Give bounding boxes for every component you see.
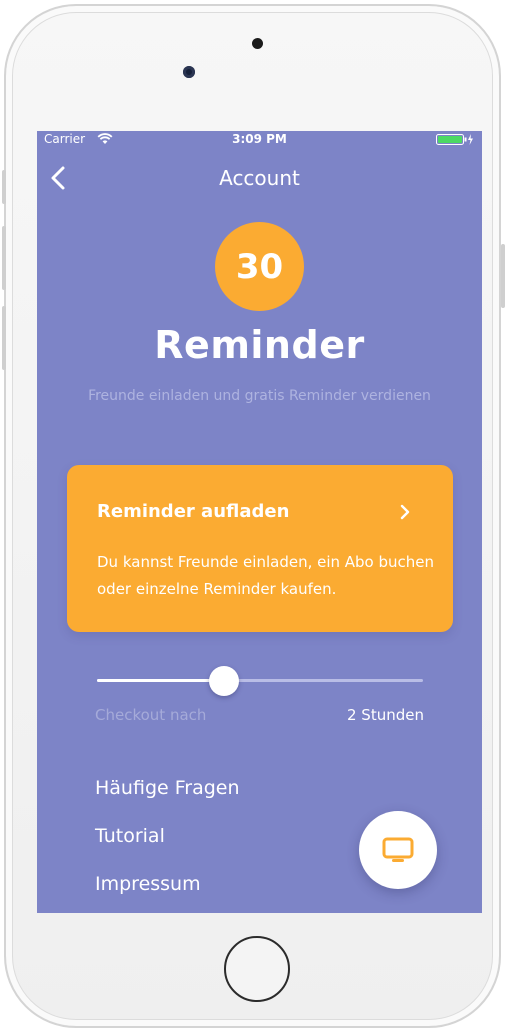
menu-item-tutorial[interactable]: Tutorial: [95, 825, 165, 847]
checkout-slider[interactable]: [97, 664, 423, 698]
power-button: [501, 244, 505, 308]
tv-icon: [382, 837, 414, 862]
app-screen: Carrier 3:09 PM Account 30 Reminder Freu…: [37, 131, 482, 913]
slider-thumb[interactable]: [209, 666, 240, 696]
chevron-right-icon: [400, 504, 410, 520]
menu-item-imprint[interactable]: Impressum: [95, 873, 201, 895]
status-time: 3:09 PM: [232, 132, 287, 146]
page-title: Account: [219, 166, 300, 190]
status-bar: Carrier 3:09 PM: [37, 131, 482, 149]
checkout-value: 2 Stunden: [347, 706, 424, 724]
volume-down-button: [2, 306, 6, 370]
checkout-label: Checkout nach: [95, 706, 207, 724]
card-description: Du kannst Freunde einladen, ein Abo buch…: [97, 553, 435, 598]
reminder-count-badge: 30: [215, 222, 304, 311]
home-button[interactable]: [224, 936, 290, 1002]
tv-action-button[interactable]: [359, 811, 437, 889]
battery-icon: [436, 134, 473, 145]
card-title: Reminder aufladen: [97, 501, 290, 522]
navigation-bar: Account: [37, 157, 482, 197]
speaker: [252, 38, 263, 49]
front-camera: [183, 66, 195, 78]
menu-item-faq[interactable]: Häufige Fragen: [95, 777, 240, 799]
recharge-reminder-card[interactable]: Reminder aufladen Du kannst Freunde einl…: [67, 465, 453, 632]
reminder-heading: Reminder: [154, 323, 365, 367]
mute-switch: [2, 170, 6, 204]
slider-track-fill: [97, 679, 225, 682]
reminder-subtitle: Freunde einladen und gratis Reminder ver…: [88, 388, 431, 404]
volume-up-button: [2, 226, 6, 290]
